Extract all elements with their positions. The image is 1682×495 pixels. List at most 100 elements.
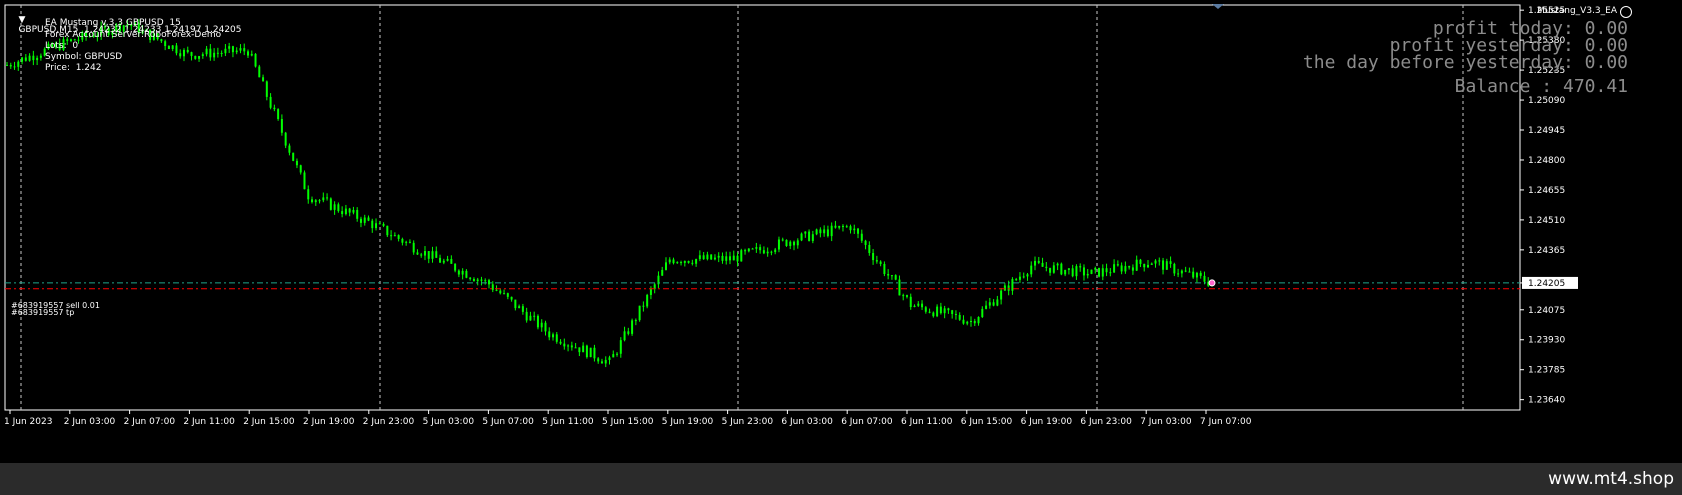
candle-body — [510, 296, 513, 300]
candle-body — [1154, 260, 1157, 264]
ea-name-label[interactable]: Mustang_V3.3_EA — [1537, 6, 1617, 16]
candle-body — [1146, 264, 1149, 268]
candle-body — [405, 241, 408, 243]
candle-body — [1184, 270, 1187, 272]
candle-body — [819, 229, 822, 234]
candle-body — [190, 52, 193, 56]
candle-body — [412, 242, 415, 253]
candle-body — [9, 65, 12, 67]
candle-body — [582, 345, 585, 353]
candle-body — [194, 55, 197, 59]
candle-body — [687, 260, 690, 263]
candle-body — [608, 357, 611, 360]
candle-body — [344, 208, 347, 215]
candle-body — [371, 220, 374, 229]
candle-body — [887, 273, 890, 276]
candle-body — [585, 345, 588, 358]
candle-body — [841, 225, 844, 227]
candle-body — [488, 280, 490, 285]
info-ea-name: EA Mustang v.3.3 GBPUSD 15 — [45, 18, 181, 28]
candle-body — [359, 218, 362, 223]
candle-body — [642, 305, 645, 307]
candle-body — [838, 225, 841, 228]
candle-body — [958, 314, 961, 320]
price-tick-label: 1.24075 — [1528, 306, 1565, 316]
candle-body — [1064, 269, 1067, 275]
candle-body — [1199, 272, 1202, 276]
info-account-server: Forex Account Server:RoboForex-Demo — [45, 30, 222, 40]
candle-body — [1109, 272, 1112, 274]
candle-body — [216, 52, 219, 54]
candle-body — [1131, 267, 1134, 271]
chart-window[interactable]: 1.25525 1.25380 1.25235 1.25090 1.24945 1.248… — [0, 0, 1682, 463]
time-tick-label: 7 Jun 07:00 — [1200, 417, 1252, 427]
candle-body — [1113, 264, 1116, 273]
candle-body — [397, 235, 400, 239]
candle-body — [213, 52, 216, 58]
candle-body — [265, 81, 268, 97]
candle-body — [250, 53, 253, 56]
candle-body — [951, 310, 954, 315]
candle-body — [1003, 285, 1006, 291]
order-marker[interactable] — [1208, 279, 1216, 287]
candle-body — [1034, 260, 1037, 266]
candle-body — [284, 132, 287, 146]
candle-body — [427, 251, 430, 259]
candle-body — [800, 233, 803, 241]
candle-body — [627, 331, 630, 334]
candle-body — [664, 262, 667, 270]
candle-body — [1045, 266, 1048, 268]
candle-body — [503, 293, 506, 295]
candle-body — [198, 56, 201, 59]
candle-body — [676, 262, 679, 264]
candle-body — [1022, 276, 1025, 278]
candle-body — [1086, 273, 1089, 276]
candle-body — [36, 57, 39, 61]
candle-body — [235, 50, 238, 53]
candle-body — [454, 263, 457, 271]
candle-body — [423, 251, 426, 256]
candle-body — [1139, 259, 1142, 264]
candle-body — [853, 228, 856, 231]
candle-body — [32, 55, 35, 61]
candle-body — [450, 258, 453, 264]
candle-body — [326, 197, 329, 199]
candle-body — [408, 241, 411, 243]
candle-body — [442, 260, 445, 263]
candle-body — [179, 53, 182, 57]
candle-body — [1067, 268, 1070, 270]
candle-body — [649, 289, 652, 295]
candle-body — [495, 289, 498, 291]
candle-body — [631, 320, 634, 334]
candle-body — [954, 314, 957, 316]
candle-body — [691, 262, 694, 264]
candle-body — [224, 48, 227, 54]
collapse-triangle-icon[interactable]: ▼ — [18, 15, 25, 25]
candle-body — [917, 303, 920, 306]
candle-body — [574, 347, 577, 349]
current-price-label: 1.24205 — [1528, 279, 1565, 289]
candle-body — [1082, 267, 1085, 276]
candle-body — [476, 279, 479, 282]
candle-body — [578, 347, 581, 353]
candle-body — [17, 61, 20, 67]
order-lines — [5, 279, 1520, 290]
candle-body — [668, 259, 671, 263]
order-tp-label[interactable]: #683919557 tp — [11, 308, 74, 317]
candle-body — [921, 303, 924, 308]
time-axis: 1 Jun 2023 2 Jun 03:00 2 Jun 07:00 2 Jun 11… — [4, 410, 1252, 427]
grid — [20, 5, 1464, 410]
candle-body — [680, 262, 683, 264]
candle-body — [21, 57, 24, 62]
candle-body — [329, 198, 332, 210]
candle-body — [555, 334, 558, 342]
candle-body — [367, 217, 370, 221]
candle-body — [292, 152, 295, 161]
candle-body — [1041, 262, 1044, 267]
chart-shift-marker — [1212, 4, 1224, 9]
candle-body — [744, 250, 747, 252]
candle-body — [939, 306, 942, 314]
candle-body — [789, 241, 792, 247]
candle-body — [375, 223, 378, 229]
candle-body — [1188, 271, 1191, 273]
